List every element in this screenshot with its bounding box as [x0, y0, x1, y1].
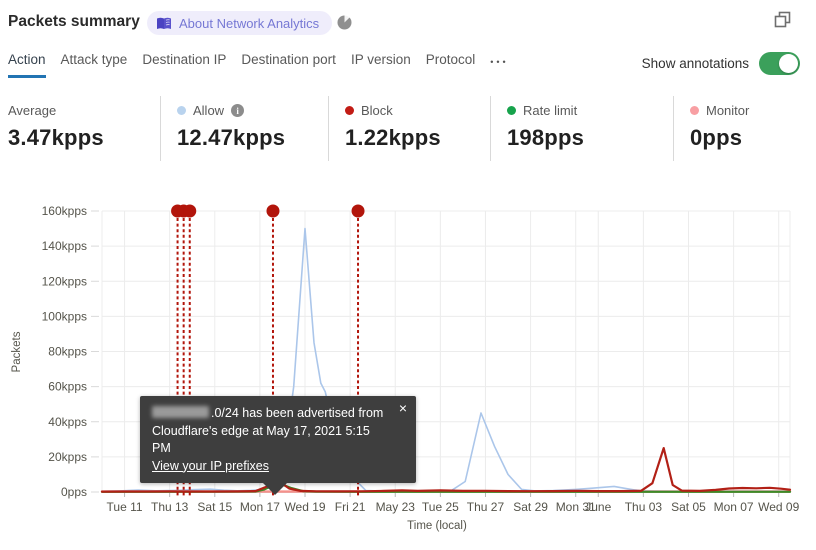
tab-bar: Action Attack type Destination IP Destinati… [8, 52, 509, 78]
tooltip-caret [262, 482, 288, 495]
y-tick-label: 80kpps [48, 345, 87, 359]
x-tick-label: Sat 05 [671, 500, 706, 514]
page-title: Packets summary [8, 13, 140, 30]
tab-protocol[interactable]: Protocol [426, 52, 476, 75]
x-tick-label: Mon 17 [240, 500, 280, 514]
stat-average: Average 3.47kpps [0, 96, 160, 161]
annotation-dot-marker[interactable] [183, 204, 197, 218]
stat-value: 0pps [690, 125, 743, 150]
pie-chart-icon [337, 15, 352, 30]
x-tick-label: June [585, 500, 611, 514]
tab-attack-type[interactable]: Attack type [61, 52, 128, 75]
x-tick-label: Tue 25 [422, 500, 459, 514]
close-icon[interactable]: × [399, 401, 407, 415]
stat-label: Allow [193, 103, 225, 118]
about-badge-label: About Network Analytics [179, 15, 320, 31]
tooltip-line2: Cloudflare's edge at May 17, 2021 5:15 P… [152, 423, 370, 456]
x-tick-label: Thu 03 [625, 500, 663, 514]
show-annotations-label: Show annotations [641, 56, 749, 71]
y-tick-label: 140kpps [42, 239, 87, 253]
x-tick-label: Thu 27 [467, 500, 505, 514]
stat-value: 12.47kpps [177, 125, 286, 150]
packets-chart: 0pps 20kpps 40kpps 60kpps 80kpps 100kpps 120kp… [0, 195, 816, 545]
tooltip-line1: .0/24 has been advertised from [211, 406, 384, 420]
stat-value: 198pps [507, 125, 585, 150]
book-icon [156, 17, 172, 30]
toggle-knob [779, 54, 798, 73]
x-tick-label: Mon 07 [714, 500, 754, 514]
view-ip-prefixes-link[interactable]: View your IP prefixes [152, 459, 269, 473]
y-tick-label: 60kpps [48, 380, 87, 394]
x-tick-label: Sat 15 [197, 500, 232, 514]
y-tick-label: 120kpps [42, 274, 87, 288]
stat-label: Block [361, 103, 393, 118]
y-tick-label: 20kpps [48, 450, 87, 464]
redacted-ip-prefix [152, 406, 209, 418]
x-axis-title: Time (local) [407, 520, 467, 532]
annotation-dot-marker[interactable] [266, 204, 280, 218]
tab-destination-port[interactable]: Destination port [241, 52, 336, 75]
show-annotations-toggle[interactable] [759, 52, 800, 75]
stat-label: Average [8, 103, 57, 118]
stats-row: Average 3.47kpps Allow i 12.47kpps Block 1.22k… [0, 96, 816, 161]
y-tick-label: 40kpps [48, 415, 87, 429]
series-color-dot [507, 106, 516, 115]
y-tick-label: 0pps [61, 485, 87, 499]
tab-action[interactable]: Action [8, 52, 46, 78]
x-tick-label: Wed 09 [758, 500, 799, 514]
stat-block: Block 1.22kpps [328, 96, 490, 161]
x-tick-label: May 23 [376, 500, 416, 514]
series-color-dot [177, 106, 186, 115]
y-tick-label: 160kpps [42, 204, 87, 218]
x-tick-label: Tue 11 [107, 500, 143, 514]
tab-ip-version[interactable]: IP version [351, 52, 411, 75]
header: Packets summary About Network Analytics [0, 0, 816, 44]
x-tick-label: Sat 29 [513, 500, 548, 514]
popout-icon[interactable] [773, 10, 793, 30]
x-tick-label: Thu 13 [151, 500, 189, 514]
y-axis-title: Packets [11, 331, 23, 372]
stat-value: 1.22kpps [345, 125, 441, 150]
x-tick-label: Wed 19 [284, 500, 325, 514]
tab-destination-ip[interactable]: Destination IP [142, 52, 226, 75]
stat-value: 3.47kpps [8, 125, 104, 150]
annotation-dot-marker[interactable] [351, 204, 365, 218]
stat-rate-limit: Rate limit 198pps [490, 96, 673, 161]
stat-label: Monitor [706, 103, 750, 118]
info-icon[interactable]: i [231, 104, 245, 117]
tabs-more-icon[interactable]: ••• [490, 52, 508, 67]
x-tick-label: Fri 21 [335, 500, 366, 514]
y-tick-label: 100kpps [42, 309, 87, 323]
annotation-tooltip: × .0/24 has been advertised from Cloudfl… [140, 396, 416, 495]
about-network-analytics-badge[interactable]: About Network Analytics [147, 11, 333, 35]
stat-allow: Allow i 12.47kpps [160, 96, 328, 161]
series-color-dot [690, 106, 699, 115]
series-color-dot [345, 106, 354, 115]
show-annotations-control: Show annotations [642, 52, 800, 75]
stat-label: Rate limit [523, 103, 578, 118]
stat-monitor: Monitor 0pps [673, 96, 816, 161]
